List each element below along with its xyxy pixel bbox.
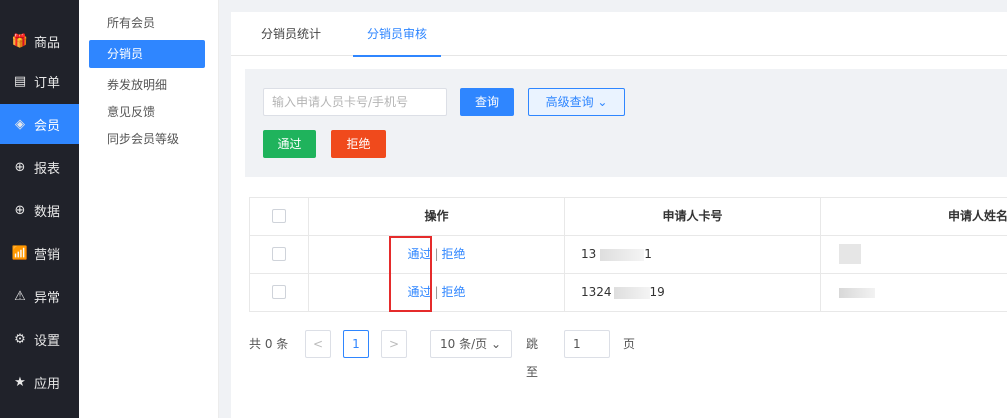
jump-page-input[interactable] bbox=[564, 330, 610, 358]
redacted-block bbox=[613, 286, 650, 299]
redacted-name bbox=[839, 288, 875, 298]
row-pass-link[interactable]: 通过 bbox=[407, 247, 431, 261]
nav-item-label: 商品 bbox=[34, 35, 61, 51]
page-size-select[interactable]: 10 条/页 ⌄ bbox=[430, 330, 512, 358]
select-all-checkbox[interactable] bbox=[272, 209, 286, 223]
nav-item-goods[interactable]: 🎁 商品 bbox=[0, 21, 79, 61]
row-reject-link[interactable]: 拒绝 bbox=[442, 247, 466, 261]
nav-item-settings[interactable]: ⚙ 设置 bbox=[0, 319, 79, 359]
star-icon: ★ bbox=[14, 374, 26, 390]
card-number-cell: 13 1 bbox=[564, 236, 820, 273]
row-check-cell bbox=[250, 236, 308, 273]
row-checkbox[interactable] bbox=[272, 247, 286, 261]
nav-item-members[interactable]: ◈ 会员 bbox=[0, 104, 79, 144]
data-icon: ⊕ bbox=[14, 202, 26, 218]
main-nav: 🎁 商品 ▤ 订单 ◈ 会员 ⊕ 报表 ⊕ 数据 📶 营销 ⚠ 异常 ⚙ 设置 … bbox=[0, 0, 79, 418]
order-icon: ▤ bbox=[13, 73, 27, 89]
card-suffix: 19 bbox=[649, 285, 665, 299]
nav-item-apps[interactable]: ★ 应用 bbox=[0, 362, 79, 402]
tab-distributor-review[interactable]: 分销员审核 bbox=[352, 12, 442, 57]
tab-bar: 分销员统计 分销员审核 bbox=[231, 12, 1007, 57]
nav-item-label: 营销 bbox=[34, 247, 61, 263]
nav-item-label: 订单 bbox=[34, 75, 61, 91]
page-unit-label: 页 bbox=[623, 337, 636, 351]
nav-item-exceptions[interactable]: ⚠ 异常 bbox=[0, 276, 79, 316]
nav-item-label: 会员 bbox=[34, 118, 61, 134]
nav-item-data[interactable]: ⊕ 数据 bbox=[0, 190, 79, 230]
row-actions: 通过 | 拒绝 bbox=[308, 236, 564, 273]
search-input[interactable] bbox=[263, 88, 447, 116]
filter-panel: 查询 高级查询 ⌄ 通过 拒绝 bbox=[245, 69, 1007, 177]
applicant-name-cell bbox=[820, 274, 1007, 311]
row-pass-link[interactable]: 通过 bbox=[407, 285, 431, 299]
header-card-number: 申请人卡号 bbox=[564, 198, 820, 235]
header-check-cell bbox=[250, 198, 308, 235]
card-prefix: 13 bbox=[581, 247, 597, 261]
subnav-item-feedback[interactable]: 意见反馈 bbox=[89, 98, 205, 126]
row-actions: 通过 | 拒绝 bbox=[308, 274, 564, 311]
header-operation: 操作 bbox=[308, 198, 564, 235]
applicant-name-cell bbox=[820, 236, 1007, 273]
nav-item-label: 设置 bbox=[34, 333, 61, 349]
member-subnav: 所有会员 分销员 券发放明细 意见反馈 同步会员等级 bbox=[79, 0, 219, 418]
table-row: 通过 | 拒绝 13 1 bbox=[250, 236, 1007, 274]
card-prefix: 1324 bbox=[581, 285, 612, 299]
nav-item-label: 数据 bbox=[34, 204, 61, 220]
applicant-table: 操作 申请人卡号 申请人姓名 通过 | 拒绝 13 1 通过 | 拒绝 1324 19 bbox=[249, 197, 1007, 312]
row-check-cell bbox=[250, 274, 308, 311]
table-row: 通过 | 拒绝 1324 19 bbox=[250, 274, 1007, 312]
report-icon: ⊕ bbox=[14, 159, 26, 175]
nav-item-orders[interactable]: ▤ 订单 bbox=[0, 61, 79, 101]
total-count: 共 0 条 bbox=[249, 337, 289, 351]
next-page-button[interactable]: > bbox=[381, 330, 407, 358]
nav-item-reports[interactable]: ⊕ 报表 bbox=[0, 147, 79, 187]
action-separator: | bbox=[434, 247, 439, 261]
query-button[interactable]: 查询 bbox=[460, 88, 514, 116]
gift-icon: 🎁 bbox=[11, 33, 29, 49]
subnav-item-all-members[interactable]: 所有会员 bbox=[89, 9, 205, 37]
batch-pass-button[interactable]: 通过 bbox=[263, 130, 316, 158]
prev-page-button[interactable]: < bbox=[305, 330, 331, 358]
header-applicant-name: 申请人姓名 bbox=[820, 198, 1007, 235]
nav-item-marketing[interactable]: 📶 营销 bbox=[0, 233, 79, 273]
tab-distributor-stats[interactable]: 分销员统计 bbox=[261, 12, 321, 56]
table-header-row: 操作 申请人卡号 申请人姓名 bbox=[250, 198, 1007, 236]
warning-icon: ⚠ bbox=[14, 288, 26, 304]
header-applicant-name-label: 申请人姓名 bbox=[947, 209, 1007, 223]
advanced-query-button[interactable]: 高级查询 ⌄ bbox=[528, 88, 625, 116]
nav-item-label: 异常 bbox=[34, 290, 61, 306]
marketing-icon: 📶 bbox=[11, 245, 29, 261]
nav-item-label: 报表 bbox=[34, 161, 61, 177]
page-number-1[interactable]: 1 bbox=[343, 330, 369, 358]
action-separator: | bbox=[434, 285, 439, 299]
subnav-item-coupon-details[interactable]: 券发放明细 bbox=[89, 71, 205, 99]
card-suffix: 1 bbox=[644, 247, 652, 261]
redacted-block bbox=[600, 248, 645, 261]
batch-reject-button[interactable]: 拒绝 bbox=[331, 130, 386, 158]
nav-item-label: 应用 bbox=[34, 376, 61, 392]
gear-icon: ⚙ bbox=[14, 331, 26, 347]
subnav-item-sync-levels[interactable]: 同步会员等级 bbox=[89, 125, 205, 153]
row-checkbox[interactable] bbox=[272, 285, 286, 299]
subnav-item-distributors[interactable]: 分销员 bbox=[89, 40, 205, 68]
member-icon: ◈ bbox=[15, 116, 25, 132]
row-reject-link[interactable]: 拒绝 bbox=[442, 285, 466, 299]
jump-label: 跳至 bbox=[526, 337, 539, 379]
card-number-cell: 1324 19 bbox=[564, 274, 820, 311]
redacted-name bbox=[839, 244, 861, 264]
